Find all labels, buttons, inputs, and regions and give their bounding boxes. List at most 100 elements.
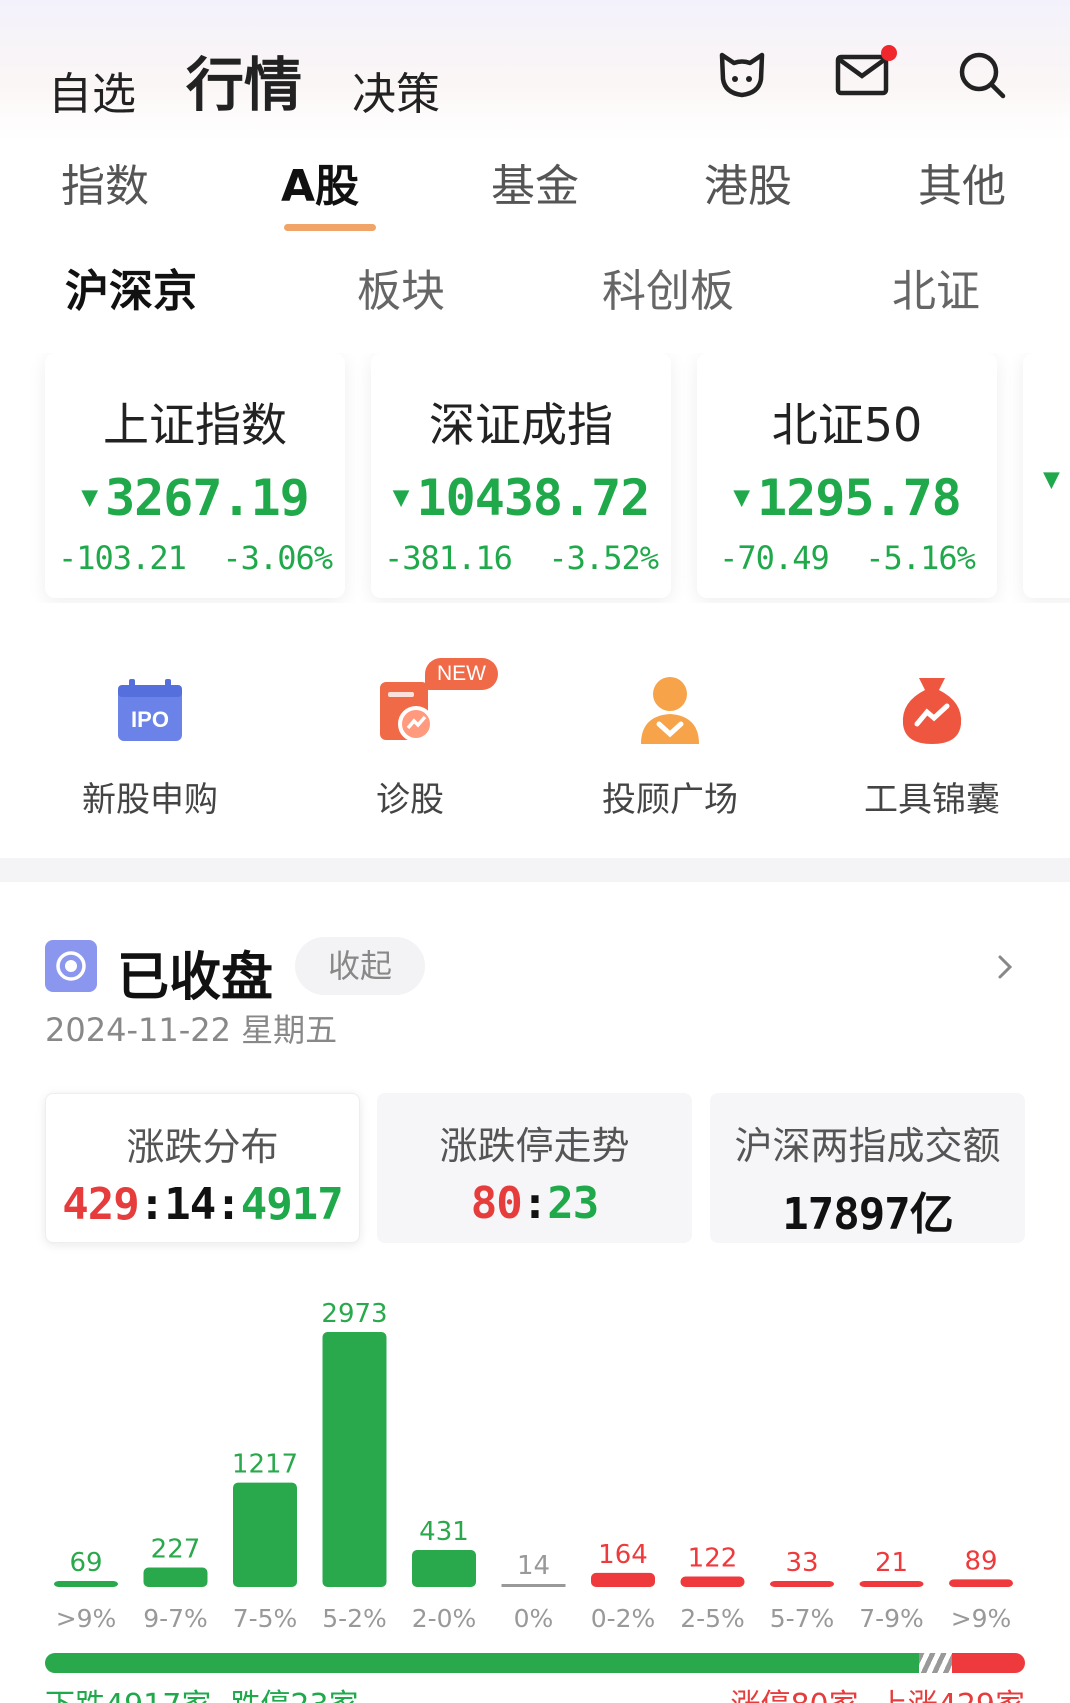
- distribution-chart: 69 >9% 227 9-7% 1217 7-5% 2973 5-2% 431 2-0% 14 0% 1…: [0, 1290, 1070, 1640]
- down-arrow-icon: ▼: [392, 480, 410, 513]
- bar-value-label: 227: [151, 1535, 201, 1565]
- tool-bag-icon: [832, 670, 1032, 750]
- index-price-partial: ▼: [1043, 451, 1070, 509]
- index-cards-row: 上证指数 ▼ 3267.19 -103.21 -3.06% 深证成指 ▼ 10438…: [0, 353, 1070, 603]
- tool-label: 工具锦囊: [864, 780, 1000, 820]
- index-change: -381.16 -3.52%: [384, 539, 659, 577]
- bar-value-label: 431: [419, 1517, 469, 1547]
- stats-row: 涨跌分布 429:14:4917 涨跌停走势 80:23 沪深两指成交额 178…: [45, 1093, 1025, 1243]
- bar-category-label: 0-2%: [591, 1604, 656, 1633]
- ratio-labels: 下跌4917家 跌停23家 涨停80家 上涨429家: [45, 1680, 1025, 1703]
- bar-category-label: >9%: [951, 1604, 1012, 1633]
- subtab-beizheng[interactable]: 北证: [892, 255, 980, 319]
- bar-9: [859, 1581, 924, 1587]
- up-down-ratio-bar: [45, 1653, 1025, 1673]
- advisor-icon: [570, 670, 770, 750]
- bar-category-label: >9%: [56, 1604, 117, 1633]
- bar-3: [322, 1332, 387, 1587]
- subtab-sector[interactable]: 板块: [357, 255, 445, 319]
- bar-value-label: 1217: [232, 1450, 298, 1480]
- market-status-header: 已收盘 收起 2024-11-22 星期五: [45, 935, 1025, 1055]
- market-date: 2024-11-22 星期五: [45, 1011, 338, 1049]
- index-price: ▼ 3267.19: [81, 469, 310, 527]
- stat-distribution[interactable]: 涨跌分布 429:14:4917: [45, 1093, 360, 1243]
- market-tabs: 指数 A股 基金 港股 其他: [0, 150, 1070, 240]
- tool-label: 新股申购: [82, 780, 218, 820]
- bar-value-label: 14: [517, 1551, 550, 1581]
- sub-tabs: 沪深京 板块 科创板 北证: [0, 255, 1070, 317]
- tool-label: 诊股: [376, 780, 444, 820]
- bar-category-label: 2-5%: [680, 1604, 745, 1633]
- diagnose-stock-icon: NEW: [310, 658, 510, 750]
- down-arrow-icon: ▼: [733, 480, 750, 513]
- down-count-label: 下跌4917家 跌停23家: [45, 1680, 359, 1703]
- tool-advisor[interactable]: 投顾广场: [570, 670, 770, 821]
- tab-a-share[interactable]: A股: [250, 150, 390, 231]
- index-change: -70.49 -5.16%: [719, 539, 976, 577]
- index-name: 上证指数: [103, 398, 287, 452]
- bar-value-label: 164: [598, 1540, 648, 1570]
- bar-category-label: 9-7%: [143, 1604, 208, 1633]
- stat-value: 429:14:4917: [62, 1179, 343, 1230]
- bar-category-label: 0%: [514, 1604, 554, 1633]
- bar-6: [591, 1572, 655, 1587]
- stat-value: 80:23: [470, 1178, 599, 1229]
- stat-limit-trend[interactable]: 涨跌停走势 80:23: [377, 1093, 692, 1243]
- stat-value: 17897亿: [782, 1189, 953, 1240]
- bar-4: [412, 1550, 476, 1587]
- index-card-szse[interactable]: 深证成指 ▼ 10438.72 -381.16 -3.52%: [371, 353, 671, 598]
- search-icon[interactable]: [922, 45, 1042, 105]
- tool-diagnose[interactable]: NEW 诊股: [310, 658, 510, 821]
- index-name: 北证50: [771, 398, 923, 452]
- tab-other[interactable]: 其他: [892, 150, 1032, 214]
- index-card-bse50[interactable]: 北证50 ▼ 1295.78 -70.49 -5.16%: [697, 353, 997, 598]
- tab-a-share-label: A股: [280, 161, 360, 212]
- cat-icon[interactable]: [682, 45, 802, 105]
- bar-10: [949, 1579, 1013, 1587]
- market-closed-icon: [45, 940, 97, 992]
- stat-turnover[interactable]: 沪深两指成交额 17897亿: [710, 1093, 1025, 1243]
- bar-1: [143, 1567, 208, 1587]
- index-card-sse[interactable]: 上证指数 ▼ 3267.19 -103.21 -3.06%: [45, 353, 345, 598]
- distribution-bar-chart: 69 >9% 227 9-7% 1217 7-5% 2973 5-2% 431 2-0% 14 0% 1…: [54, 1299, 1013, 1633]
- bar-8: [770, 1581, 834, 1587]
- notification-dot: [881, 45, 897, 61]
- subtab-hushen-jing[interactable]: 沪深京: [65, 255, 197, 319]
- tool-label: 投顾广场: [602, 780, 738, 820]
- down-arrow-icon: ▼: [81, 480, 98, 513]
- chevron-right-icon[interactable]: [985, 947, 1025, 987]
- nav-decision[interactable]: 决策: [352, 58, 440, 122]
- svg-text:IPO: IPO: [131, 707, 169, 732]
- bar-2: [233, 1482, 297, 1587]
- mail-icon[interactable]: [802, 45, 922, 105]
- tool-ipo[interactable]: IPO 新股申购: [50, 670, 250, 821]
- nav-market[interactable]: 行情: [186, 38, 302, 122]
- market-status-title: 已收盘: [117, 948, 274, 1008]
- tab-hk-stock[interactable]: 港股: [678, 150, 818, 214]
- active-tab-underline: [284, 224, 376, 231]
- down-arrow-icon: ▼: [1043, 462, 1060, 495]
- tab-index[interactable]: 指数: [35, 150, 175, 214]
- section-divider: [0, 858, 1070, 882]
- tools-row: IPO 新股申购 NEW 诊股 投顾广场 工具锦囊: [0, 658, 1070, 821]
- nav-watchlist[interactable]: 自选: [48, 58, 136, 122]
- stat-title: 涨跌停走势: [439, 1124, 630, 1168]
- stat-title: 沪深两指成交额: [734, 1124, 1001, 1168]
- bar-category-label: 5-7%: [770, 1604, 835, 1633]
- bar-category-label: 5-2%: [322, 1604, 387, 1633]
- tool-bag[interactable]: 工具锦囊: [832, 670, 1032, 821]
- up-count-label: 涨停80家 上涨429家: [730, 1680, 1025, 1703]
- bar-value-label: 33: [785, 1548, 818, 1578]
- top-icons: [682, 45, 1042, 105]
- up-ratio-fill: [952, 1653, 1025, 1673]
- index-card-partial[interactable]: ▼: [1023, 353, 1070, 598]
- bar-0: [54, 1581, 118, 1587]
- bar-category-label: 2-0%: [412, 1604, 477, 1633]
- subtab-star-market[interactable]: 科创板: [602, 255, 734, 319]
- index-change: -103.21 -3.06%: [58, 539, 333, 577]
- index-price: ▼ 1295.78: [733, 469, 962, 527]
- collapse-button[interactable]: 收起: [295, 937, 425, 995]
- flat-ratio-fill: [919, 1653, 952, 1673]
- tab-fund[interactable]: 基金: [465, 150, 605, 214]
- bar-category-label: 7-5%: [233, 1604, 298, 1633]
